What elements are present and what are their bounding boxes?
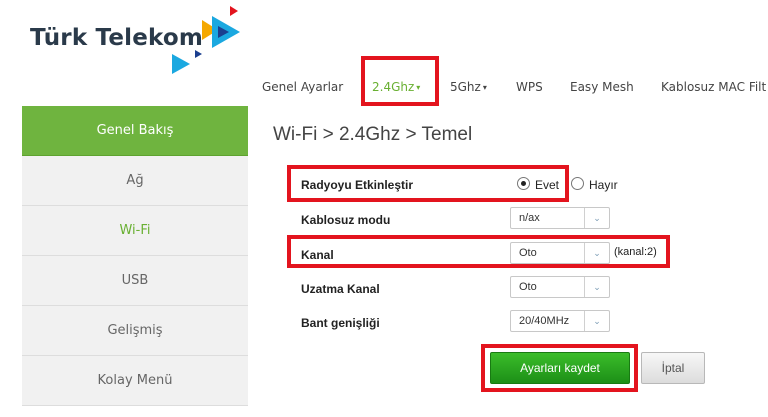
nav-genel-ayarlar[interactable]: Genel Ayarlar	[262, 72, 343, 102]
sidebar-item-ag[interactable]: Ağ	[22, 156, 248, 206]
sidebar-item-kolay-menu[interactable]: Kolay Menü	[22, 356, 248, 406]
chevron-down-icon: ⌄	[584, 311, 609, 331]
nav-label: WPS	[516, 80, 543, 94]
page-title: Wi-Fi > 2.4Ghz > Temel	[273, 124, 473, 145]
select-value: n/ax	[519, 212, 540, 224]
cancel-button[interactable]: İptal	[641, 352, 705, 384]
radio-no[interactable]	[571, 177, 584, 190]
sidebar-item-genel-bakis[interactable]: Genel Bakış	[22, 106, 248, 156]
bandwidth-label: Bant genişliği	[301, 316, 380, 330]
nav-label: 5Ghz	[450, 80, 481, 94]
highlight-box-radio-row	[287, 165, 569, 202]
nav-wps[interactable]: WPS	[516, 72, 543, 102]
highlight-box-save-button	[481, 344, 638, 392]
chevron-down-icon: ⌄	[584, 208, 609, 228]
nav-label: Genel Ayarlar	[262, 80, 344, 94]
select-value: 20/40MHz	[519, 315, 570, 327]
highlight-box-2-4ghz-tab	[361, 56, 439, 106]
nav-label: Kablosuz MAC Filt	[661, 80, 767, 94]
nav-label: Easy Mesh	[570, 80, 634, 94]
nav-5ghz[interactable]: 5Ghz ▾	[450, 72, 487, 102]
nav-easy-mesh[interactable]: Easy Mesh	[570, 72, 634, 102]
nav-mac-filter[interactable]: Kablosuz MAC Filt	[661, 72, 766, 102]
extension-channel-select[interactable]: Oto ⌄	[510, 276, 610, 298]
wireless-mode-label: Kablosuz modu	[301, 213, 391, 227]
turk-telekom-logo: Türk Telekom	[22, 4, 252, 76]
sidebar-item-gelismis[interactable]: Gelişmiş	[22, 306, 248, 356]
extension-channel-label: Uzatma Kanal	[301, 282, 380, 296]
highlight-box-channel-row	[287, 235, 670, 268]
logo-text: Türk Telekom	[30, 25, 204, 51]
wireless-mode-select[interactable]: n/ax ⌄	[510, 207, 610, 229]
sidebar-item-wifi[interactable]: Wi-Fi	[22, 206, 248, 256]
radio-no-label: Hayır	[589, 178, 618, 192]
caret-down-icon: ▾	[482, 82, 487, 92]
chevron-down-icon: ⌄	[584, 277, 609, 297]
bandwidth-select[interactable]: 20/40MHz ⌄	[510, 310, 610, 332]
sidebar-item-usb[interactable]: USB	[22, 256, 248, 306]
select-value: Oto	[519, 281, 537, 293]
sidebar: Genel Bakış Ağ Wi-Fi USB Gelişmiş Kolay …	[22, 106, 248, 417]
